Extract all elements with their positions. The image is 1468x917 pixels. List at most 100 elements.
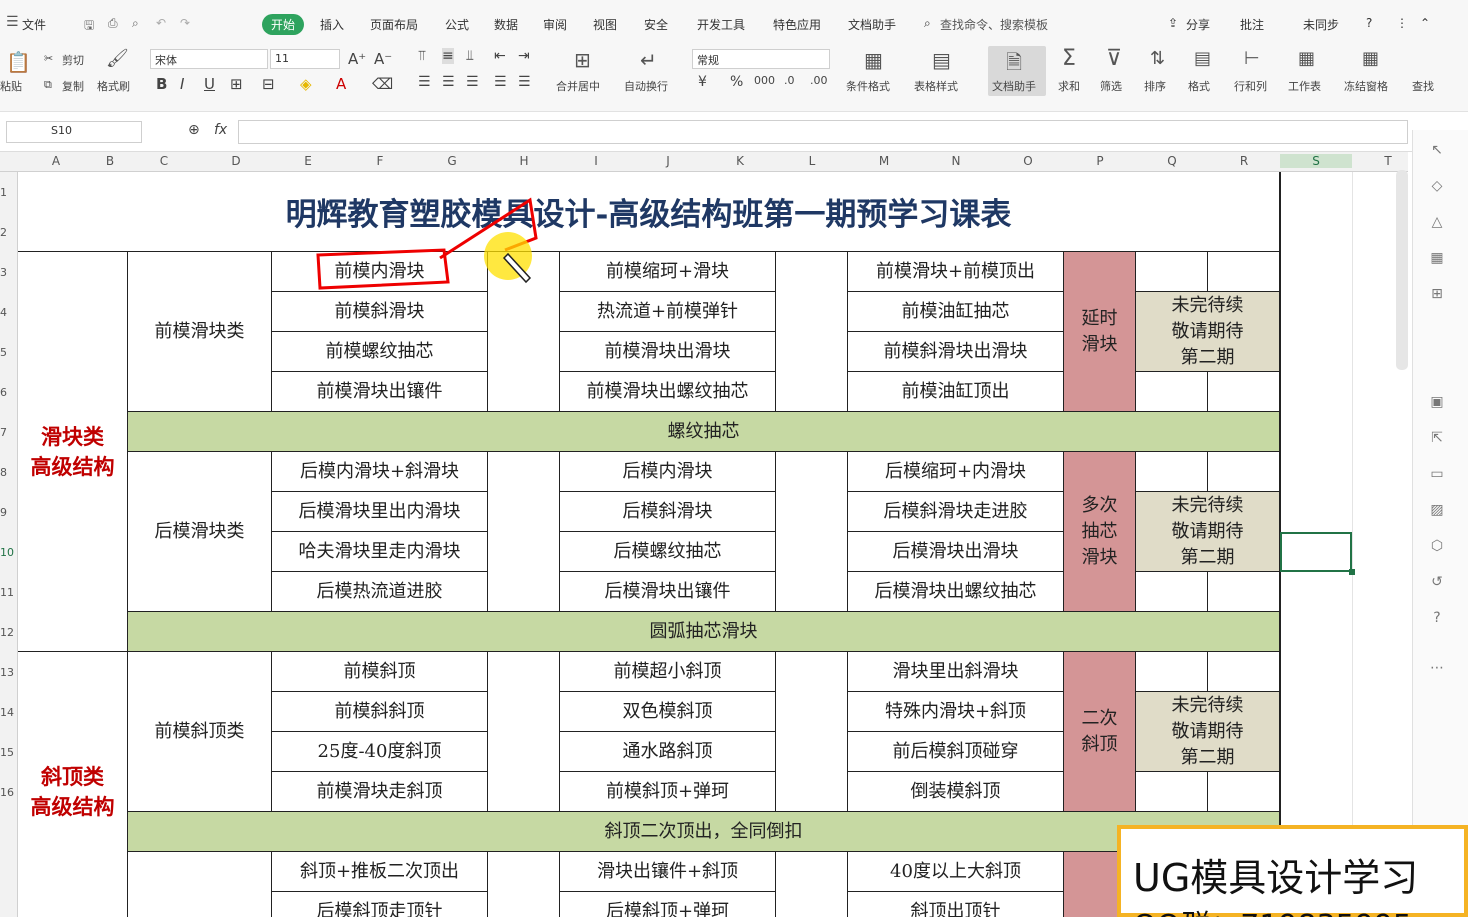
share-icon[interactable]: ⇪ xyxy=(1168,16,1178,30)
col-header[interactable]: N xyxy=(946,154,966,168)
preview-icon[interactable]: ⌕ xyxy=(132,16,139,31)
note-cell[interactable]: 未完待续 敬请期待 第二期 xyxy=(1136,692,1280,772)
help-circle-icon[interactable]: ? xyxy=(1427,610,1447,626)
empty-cell[interactable] xyxy=(1136,452,1208,492)
course-cell[interactable]: 前模油缸抽芯 xyxy=(848,292,1064,332)
justify-icon[interactable]: ☰ xyxy=(494,74,507,90)
course-cell[interactable]: 后模滑块出螺纹抽芯 xyxy=(848,572,1064,612)
course-cell[interactable]: 前模滑块出镶件 xyxy=(272,372,488,412)
tag-cell[interactable]: 二次 斜顶 xyxy=(1064,652,1136,812)
course-cell[interactable]: 前模滑块走斜顶 xyxy=(272,772,488,812)
category-cell[interactable] xyxy=(128,852,272,917)
section-band[interactable]: 圆弧抽芯滑块 xyxy=(128,612,1280,652)
row-header[interactable]: 1 xyxy=(0,186,12,199)
formula-input[interactable] xyxy=(238,120,1408,144)
indent-decrease-icon[interactable]: ⇤ xyxy=(494,48,506,64)
image-edit-icon[interactable]: ▣ xyxy=(1427,394,1447,410)
decrease-decimal-icon[interactable]: .00 xyxy=(810,74,828,87)
save-icon[interactable]: 🖫 xyxy=(84,16,94,37)
col-header[interactable]: D xyxy=(226,154,246,168)
row-header[interactable]: 15 xyxy=(0,746,14,759)
course-cell[interactable]: 前模斜顶 xyxy=(272,652,488,692)
course-cell[interactable]: 斜顶出顶针 xyxy=(848,892,1064,917)
vertical-scrollbar[interactable] xyxy=(1396,170,1408,370)
spacer-cell[interactable] xyxy=(776,252,848,412)
picture-icon[interactable]: ▨ xyxy=(1427,502,1447,518)
empty-cell[interactable] xyxy=(1208,652,1280,692)
course-cell[interactable]: 后模斜滑块走进胶 xyxy=(848,492,1064,532)
tab-review[interactable]: 审阅 xyxy=(543,16,567,33)
spacer-cell[interactable] xyxy=(776,852,848,917)
course-cell[interactable]: 前模滑块出滑块 xyxy=(560,332,776,372)
name-box[interactable]: S10 xyxy=(6,121,142,143)
italic-button[interactable]: I xyxy=(180,75,184,93)
course-cell[interactable]: 前模斜滑块出滑块 xyxy=(848,332,1064,372)
cond-format-button[interactable]: 条件格式 xyxy=(846,78,890,94)
group-label[interactable]: 斜顶类 高级结构 xyxy=(18,652,128,917)
row-col-button[interactable]: 行和列 xyxy=(1234,78,1267,94)
freeze-panes-button[interactable]: 冻结窗格 xyxy=(1344,78,1388,94)
col-header[interactable]: P xyxy=(1090,154,1110,168)
col-header[interactable]: K xyxy=(730,154,750,168)
merge-center-button[interactable]: 合并居中 xyxy=(556,78,600,94)
table-icon[interactable]: ▦ xyxy=(1427,250,1447,266)
print-icon[interactable]: ⎙ xyxy=(108,16,118,31)
tab-formulas[interactable]: 公式 xyxy=(445,16,469,33)
spacer-cell[interactable] xyxy=(776,652,848,812)
font-name-select[interactable]: 宋体 xyxy=(150,49,268,69)
col-header[interactable]: F xyxy=(370,154,390,168)
course-cell[interactable]: 哈夫滑块里走内滑块 xyxy=(272,532,488,572)
find-button[interactable]: 查找 xyxy=(1412,78,1434,94)
increase-decimal-icon[interactable]: .0 xyxy=(784,74,795,87)
table-style-button[interactable]: 表格样式 xyxy=(914,78,958,94)
course-cell[interactable]: 后模斜顶+弹珂 xyxy=(560,892,776,917)
currency-icon[interactable]: ¥ xyxy=(698,74,707,90)
underline-button[interactable]: U xyxy=(204,75,215,93)
format-painter-button[interactable]: 格式刷 xyxy=(97,78,130,94)
row-header[interactable]: 16 xyxy=(0,786,14,799)
tab-doc-helper[interactable]: 文档助手 xyxy=(848,16,896,33)
redo-icon[interactable]: ↷ xyxy=(180,16,190,30)
export-icon[interactable]: ⇱ xyxy=(1427,430,1447,446)
font-size-select[interactable]: 11 xyxy=(270,49,340,69)
col-header[interactable]: G xyxy=(442,154,462,168)
tab-data[interactable]: 数据 xyxy=(494,16,518,33)
col-header[interactable]: O xyxy=(1018,154,1038,168)
cut-button[interactable]: 剪切 xyxy=(62,52,84,68)
col-header-selected[interactable]: S xyxy=(1280,154,1352,168)
worksheet-button[interactable]: 工作表 xyxy=(1288,78,1321,94)
empty-cell[interactable] xyxy=(1136,652,1208,692)
fx-icon[interactable]: fx xyxy=(214,122,227,138)
empty-cell[interactable] xyxy=(1208,452,1280,492)
empty-cell[interactable] xyxy=(1208,372,1280,412)
format-button[interactable]: 格式 xyxy=(1188,78,1210,94)
course-cell[interactable]: 前模内滑块 xyxy=(272,252,488,292)
paste-icon[interactable]: 📋 xyxy=(6,50,31,74)
spacer-cell[interactable] xyxy=(488,252,560,412)
bold-button[interactable]: B xyxy=(156,75,167,93)
course-cell[interactable]: 后模内滑块+斜滑块 xyxy=(272,452,488,492)
row-header[interactable]: 9 xyxy=(0,506,12,519)
course-cell[interactable]: 前模斜斜顶 xyxy=(272,692,488,732)
course-cell[interactable]: 前模斜顶+弹珂 xyxy=(560,772,776,812)
filter-button[interactable]: 筛选 xyxy=(1100,78,1122,94)
course-cell[interactable]: 后模滑块出镶件 xyxy=(560,572,776,612)
file-menu[interactable]: 文件 xyxy=(22,16,46,33)
col-header[interactable]: B xyxy=(100,154,120,168)
group-label[interactable]: 滑块类 高级结构 xyxy=(18,252,128,652)
indent-increase-icon[interactable]: ⇥ xyxy=(518,48,530,64)
col-header[interactable]: A xyxy=(46,154,66,168)
course-cell[interactable]: 后模内滑块 xyxy=(560,452,776,492)
section-band[interactable]: 斜顶二次顶出，全同倒扣 xyxy=(128,812,1280,852)
wrap-text-button[interactable]: 自动换行 xyxy=(624,78,668,94)
archive-icon[interactable]: ▭ xyxy=(1427,466,1447,482)
course-cell[interactable]: 特殊内滑块+斜顶 xyxy=(848,692,1064,732)
row-header[interactable]: 3 xyxy=(0,266,12,279)
sheet-title[interactable]: 明辉教育塑胶模具设计-高级结构班第一期预学习课表 xyxy=(18,172,1280,252)
course-cell[interactable]: 滑块出镶件+斜顶 xyxy=(560,852,776,892)
history-icon[interactable]: ↺ xyxy=(1427,574,1447,590)
tab-view[interactable]: 视图 xyxy=(593,16,617,33)
row-header[interactable]: 11 xyxy=(0,586,14,599)
row-header[interactable]: 7 xyxy=(0,426,12,439)
course-cell[interactable]: 前后模斜顶碰穿 xyxy=(848,732,1064,772)
